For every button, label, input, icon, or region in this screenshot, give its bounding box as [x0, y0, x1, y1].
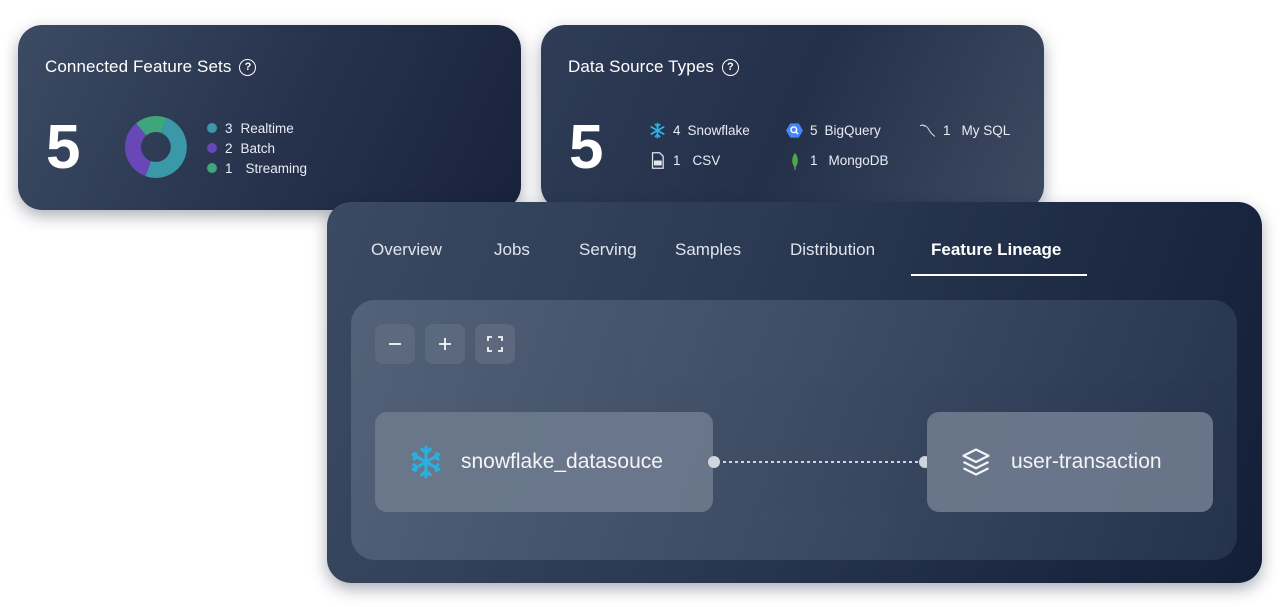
- legend-dot-streaming: [207, 163, 217, 173]
- tab-feature-lineage[interactable]: Feature Lineage: [931, 240, 1061, 260]
- legend-item-realtime: 3 Realtime: [207, 118, 307, 138]
- snowflake-icon: [649, 122, 666, 139]
- data-sources-total: 5: [569, 113, 604, 182]
- source-count: 5: [810, 123, 818, 138]
- source-node[interactable]: snowflake_datasouce: [375, 412, 713, 512]
- legend-count: 3: [225, 120, 233, 136]
- layers-icon: [961, 447, 991, 477]
- fit-view-icon: [487, 336, 503, 352]
- snowflake-icon: [409, 445, 443, 479]
- tab-jobs[interactable]: Jobs: [494, 240, 530, 260]
- feature-sets-total: 5: [46, 113, 81, 182]
- tab-overview[interactable]: Overview: [371, 240, 442, 260]
- legend-label: Realtime: [240, 120, 294, 136]
- mongodb-icon: [786, 152, 803, 170]
- zoom-in-icon: [439, 338, 451, 350]
- connected-feature-sets-card: Connected Feature Sets ? 5 3 Realtime 2 …: [18, 25, 521, 210]
- source-item-mysql: 1 My SQL: [919, 122, 1010, 139]
- lineage-edge: [717, 461, 923, 463]
- fit-view-button[interactable]: [475, 324, 515, 364]
- tab-distribution[interactable]: Distribution: [790, 240, 875, 260]
- source-node-label: snowflake_datasouce: [461, 450, 663, 473]
- csv-file-icon: [649, 152, 666, 169]
- tab-bar: Overview Jobs Serving Samples Distributi…: [327, 202, 1262, 277]
- feature-sets-title: Connected Feature Sets ?: [45, 57, 257, 77]
- feature-detail-panel: Overview Jobs Serving Samples Distributi…: [327, 202, 1262, 583]
- target-node-label: user-transaction: [1011, 450, 1162, 473]
- mysql-icon: [919, 122, 936, 139]
- legend-item-batch: 2 Batch: [207, 138, 307, 158]
- legend-count: 2: [225, 140, 233, 156]
- feature-sets-title-text: Connected Feature Sets: [45, 57, 232, 76]
- tab-samples[interactable]: Samples: [675, 240, 741, 260]
- legend-item-streaming: 1 Streaming: [207, 158, 307, 178]
- legend-label: Streaming: [245, 160, 308, 176]
- source-item-bigquery: 5 BigQuery: [786, 122, 881, 139]
- edge-handle-source[interactable]: [708, 456, 720, 468]
- data-sources-title: Data Source Types ?: [568, 57, 739, 77]
- lineage-canvas[interactable]: snowflake_datasouce user-transaction: [351, 300, 1237, 560]
- target-node[interactable]: user-transaction: [927, 412, 1213, 512]
- source-label: My SQL: [961, 123, 1011, 138]
- source-item-mongodb: 1 MongoDB: [786, 152, 889, 170]
- legend-dot-batch: [207, 143, 217, 153]
- source-label: CSV: [692, 153, 721, 168]
- zoom-out-button[interactable]: [375, 324, 415, 364]
- legend-count: 1: [225, 160, 233, 176]
- bigquery-icon: [786, 122, 803, 139]
- tab-serving[interactable]: Serving: [579, 240, 637, 260]
- zoom-out-icon: [389, 343, 401, 345]
- source-label: BigQuery: [824, 123, 881, 138]
- data-source-types-card: Data Source Types ? 5 4 Snowflake 5 BigQ…: [541, 25, 1044, 210]
- source-label: MongoDB: [828, 153, 889, 168]
- active-tab-indicator: [911, 274, 1087, 276]
- source-count: 1: [810, 153, 818, 168]
- zoom-in-button[interactable]: [425, 324, 465, 364]
- source-label: Snowflake: [687, 123, 750, 138]
- feature-sets-donut-chart: [125, 116, 187, 178]
- source-count: 4: [673, 123, 681, 138]
- source-item-csv: 1 CSV: [649, 152, 720, 169]
- help-icon[interactable]: ?: [721, 58, 739, 76]
- source-count: 1: [943, 123, 951, 138]
- legend-dot-realtime: [207, 123, 217, 133]
- data-sources-title-text: Data Source Types: [568, 57, 714, 76]
- source-item-snowflake: 4 Snowflake: [649, 122, 750, 139]
- feature-sets-legend: 3 Realtime 2 Batch 1 Streaming: [207, 118, 307, 178]
- source-count: 1: [673, 153, 681, 168]
- legend-label: Batch: [240, 140, 276, 156]
- help-icon[interactable]: ?: [239, 58, 257, 76]
